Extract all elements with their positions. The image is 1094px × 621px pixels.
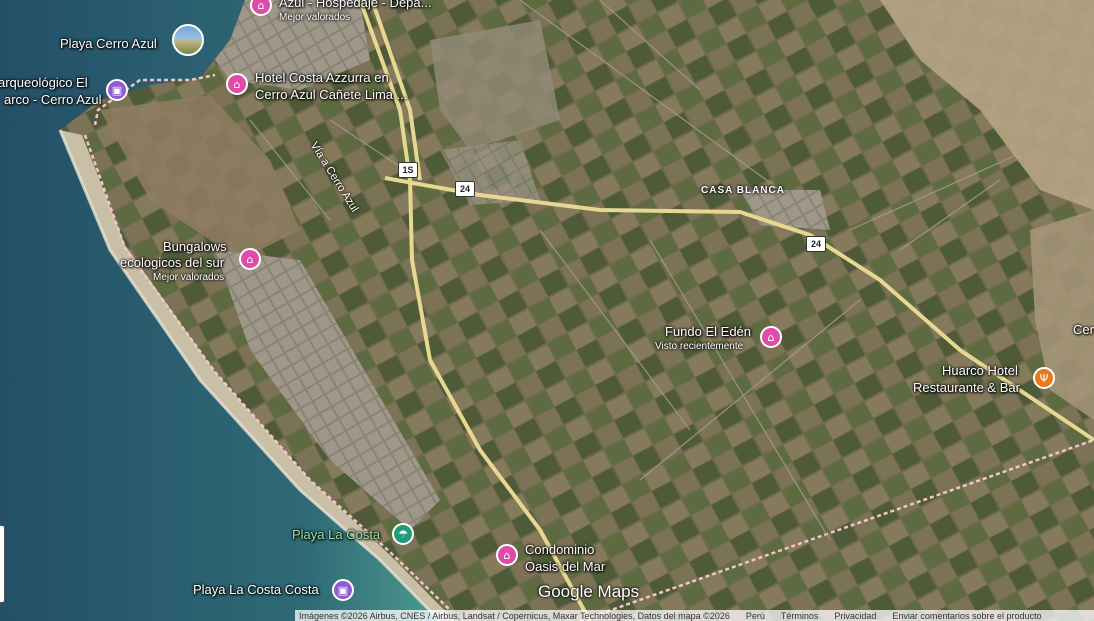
hospedaje-sub: Mejor valorados (279, 12, 351, 23)
route-24-shield: 24 (806, 236, 826, 252)
arqueologico-label-1[interactable]: arqueológico El (0, 75, 88, 91)
fork-knife-icon[interactable]: Ψ (1033, 367, 1055, 389)
huarco-label-2[interactable]: Restaurante & Bar (913, 380, 1020, 396)
casa-blanca-label: CASA BLANCA (701, 185, 785, 196)
condominio-label-1[interactable]: Condominio (525, 542, 594, 558)
museum-icon[interactable]: ▣ (106, 79, 128, 101)
bed-icon[interactable]: ⌂ (239, 248, 261, 270)
bungalows-sub: Mejor valorados (153, 272, 225, 283)
bed-icon[interactable]: ⌂ (226, 73, 248, 95)
fundo-eden-sub: Visto recientemente (655, 341, 744, 352)
route-1s-shield: 1S (398, 162, 418, 178)
privacy-link[interactable]: Privacidad (834, 611, 876, 621)
bungalows-label-2[interactable]: ecologicos del sur (120, 255, 224, 271)
layers-button[interactable] (0, 525, 5, 603)
huarco-label-1[interactable]: Huarco Hotel (942, 363, 1018, 379)
attribution-bar: Imágenes ©2026 Airbus, CNES / Airbus, La… (295, 610, 1094, 621)
bungalows-label-1[interactable]: Bungalows (163, 239, 227, 255)
hospedaje-label[interactable]: Azul - Hospedaje - Depa... (279, 0, 431, 11)
playa-la-costa-costa-label[interactable]: Playa La Costa Costa (193, 582, 319, 598)
country-link[interactable]: Perú (746, 611, 765, 621)
route-24-shield: 24 (455, 181, 475, 197)
cer-partial-label[interactable]: Cer (1073, 322, 1094, 338)
fundo-eden-label[interactable]: Fundo El Edén (665, 324, 751, 340)
playa-cerro-azul-label[interactable]: Playa Cerro Azul (60, 36, 157, 52)
hotel-costa-label-2[interactable]: Cerro Azul Cañete Lima ... (255, 87, 407, 103)
hotel-costa-label-1[interactable]: Hotel Costa Azzurra en (255, 70, 389, 86)
bed-icon[interactable]: ⌂ (496, 544, 518, 566)
satellite-map[interactable] (0, 0, 1094, 621)
umbrella-icon[interactable]: ☂ (392, 523, 414, 545)
arqueologico-label-2[interactable]: arco - Cerro Azul (4, 92, 102, 108)
bed-icon[interactable]: ⌂ (760, 326, 782, 348)
imagery-credit: Imágenes ©2026 Airbus, CNES / Airbus, La… (299, 610, 730, 621)
museum-icon[interactable]: ▣ (332, 579, 354, 601)
feedback-link[interactable]: Enviar comentarios sobre el producto (892, 611, 1041, 621)
playa-la-costa-label[interactable]: Playa La Costa (292, 527, 380, 543)
condominio-label-2[interactable]: Oasis del Mar (525, 559, 605, 575)
playa-cerro-azul-photo[interactable] (172, 24, 204, 56)
google-maps-logo: Google Maps (538, 582, 640, 601)
terms-link[interactable]: Términos (781, 611, 819, 621)
